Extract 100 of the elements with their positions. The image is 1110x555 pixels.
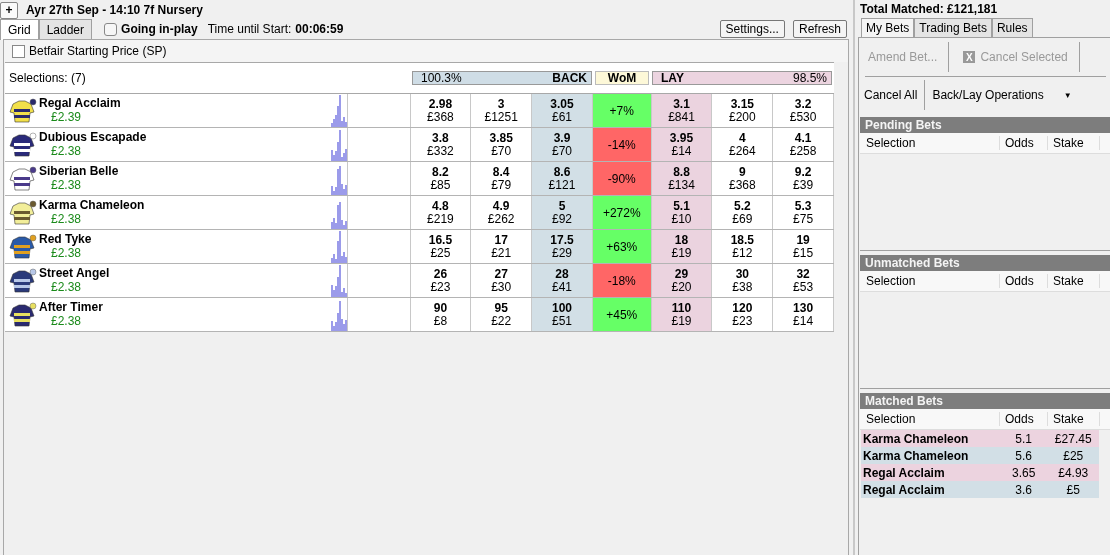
price-cell[interactable]: 2.98 £368 — [410, 94, 472, 127]
wom-cell: +7% — [592, 94, 652, 127]
back-label: BACK — [552, 71, 587, 85]
volume-histogram — [330, 299, 347, 331]
sp-checkbox[interactable] — [12, 44, 25, 58]
price-cell[interactable]: 3.9 £70 — [532, 128, 593, 161]
section-title: Unmatched Bets — [860, 255, 1110, 271]
volume-histogram — [330, 231, 347, 263]
price-cell[interactable]: 8.6 £121 — [532, 162, 593, 195]
operations-menu-button[interactable]: Back/Lay Operations — [929, 88, 1047, 102]
price-cell[interactable]: 110 £19 — [651, 298, 713, 331]
runner-profit: £2.38 — [50, 212, 83, 226]
bets-tab[interactable]: Rules — [991, 18, 1033, 37]
countdown-value: 00:06:59 — [295, 22, 344, 36]
countdown-label: Time until Start: — [207, 22, 292, 36]
price-cell[interactable]: 100 £51 — [532, 298, 593, 331]
sp-label: Betfair Starting Price (SP) — [29, 44, 167, 58]
price-cell[interactable]: 18 £19 — [651, 230, 713, 263]
price-cell[interactable]: 4.8 £219 — [410, 196, 472, 229]
volume-histogram — [330, 163, 347, 195]
runner-name: Red Tyke — [39, 232, 92, 246]
price-cell[interactable]: 90 £8 — [410, 298, 472, 331]
bet-row[interactable]: Regal Acclaim 3.6 £5 — [861, 481, 1099, 498]
bet-row[interactable]: Karma Chameleon 5.6 £25 — [861, 447, 1099, 464]
add-market-button[interactable]: + — [0, 1, 18, 19]
price-cell[interactable]: 9 £368 — [712, 162, 774, 195]
price-cell[interactable]: 5.3 £75 — [773, 196, 834, 229]
runner-profit: £2.38 — [50, 144, 83, 158]
wom-cell: -18% — [592, 264, 652, 297]
runner-profit: £2.38 — [50, 178, 83, 192]
jersey-icon — [7, 268, 37, 294]
price-cell[interactable]: 3.8 £332 — [410, 128, 472, 161]
column-header: Selection — [860, 274, 1000, 288]
section-title: Pending Bets — [860, 117, 1110, 133]
column-header: Odds — [1000, 274, 1048, 288]
volume-histogram — [330, 129, 347, 161]
back-book-percent: 100.3% — [421, 71, 462, 85]
cancel-all-button[interactable]: Cancel All — [861, 88, 921, 102]
runner-profit: £2.38 — [50, 246, 83, 260]
price-cell[interactable]: 8.8 £134 — [651, 162, 713, 195]
total-matched: Total Matched: £121,181 — [859, 1, 999, 18]
bets-tab[interactable]: Trading Bets — [914, 18, 992, 37]
volume-histogram — [330, 265, 347, 297]
lay-label: LAY — [661, 71, 684, 85]
price-cell[interactable]: 18.5 £12 — [712, 230, 774, 263]
runner-name: Dubious Escapade — [39, 130, 147, 144]
bet-row[interactable]: Regal Acclaim 3.65 £4.93 — [861, 464, 1099, 481]
column-header: Selection — [860, 412, 1000, 426]
price-cell[interactable]: 5.2 £69 — [712, 196, 774, 229]
price-cell[interactable]: 3.15 £200 — [712, 94, 774, 127]
section-title: Matched Bets — [860, 393, 1110, 409]
price-cell[interactable]: 4 £264 — [712, 128, 774, 161]
price-cell[interactable]: 8.2 £85 — [410, 162, 472, 195]
bets-tab[interactable]: My Bets — [861, 18, 915, 37]
price-cell[interactable]: 5 £92 — [532, 196, 593, 229]
column-header: Stake — [1048, 136, 1100, 150]
price-cell[interactable]: 32 £53 — [773, 264, 834, 297]
price-cell[interactable]: 3.2 £530 — [773, 94, 834, 127]
jersey-icon — [7, 98, 37, 124]
column-header: Odds — [1000, 412, 1048, 426]
volume-histogram — [330, 95, 347, 127]
market-title: Ayr 27th Sep - 14:10 7f Nursery — [26, 3, 203, 17]
runner-profit: £2.38 — [50, 314, 83, 328]
price-cell[interactable]: 19 £15 — [773, 230, 834, 263]
column-header: Stake — [1048, 274, 1100, 288]
wom-cell: +63% — [592, 230, 652, 263]
wom-cell: -14% — [592, 128, 652, 161]
going-in-play-checkbox[interactable] — [104, 22, 118, 36]
price-cell[interactable]: 17.5 £29 — [532, 230, 593, 263]
price-cell[interactable]: 5.1 £10 — [651, 196, 713, 229]
runner-name: Regal Acclaim — [39, 96, 121, 110]
price-cell[interactable]: 3.1 £841 — [651, 94, 713, 127]
toolbar-button[interactable]: Refresh — [792, 20, 847, 38]
price-cell[interactable]: 120 £23 — [712, 298, 774, 331]
price-cell[interactable]: 29 £20 — [651, 264, 713, 297]
price-cell[interactable]: 9.2 £39 — [773, 162, 834, 195]
runner-profit: £2.38 — [50, 280, 83, 294]
price-cell[interactable]: 130 £14 — [773, 298, 834, 331]
cancel-icon: X — [963, 51, 976, 63]
wom-cell: +272% — [592, 196, 652, 229]
price-cell[interactable]: 4.1 £258 — [773, 128, 834, 161]
runner-name: After Timer — [39, 300, 103, 314]
view-tab[interactable]: Ladder — [38, 19, 93, 39]
price-cell[interactable]: 3.95 £14 — [651, 128, 713, 161]
price-cell[interactable]: 28 £41 — [532, 264, 593, 297]
runner-name: Karma Chameleon — [39, 198, 145, 212]
bet-row[interactable]: Karma Chameleon 5.1 £27.45 — [861, 430, 1099, 447]
price-cell[interactable]: 26 £23 — [410, 264, 472, 297]
price-cell[interactable]: 30 £38 — [712, 264, 774, 297]
runner-name: Street Angel — [39, 266, 110, 280]
view-tab[interactable]: Grid — [0, 18, 39, 40]
price-cell[interactable]: 16.5 £25 — [410, 230, 472, 263]
price-cell[interactable]: 3.05 £61 — [532, 94, 593, 127]
column-header: Stake — [1048, 412, 1100, 426]
column-header: Odds — [1000, 136, 1048, 150]
toolbar-button[interactable]: Settings... — [719, 20, 785, 38]
runner-name: Siberian Belle — [39, 164, 119, 178]
going-in-play-label: Going in-play — [121, 22, 198, 36]
wom-cell: -90% — [592, 162, 652, 195]
jersey-icon — [7, 302, 37, 328]
